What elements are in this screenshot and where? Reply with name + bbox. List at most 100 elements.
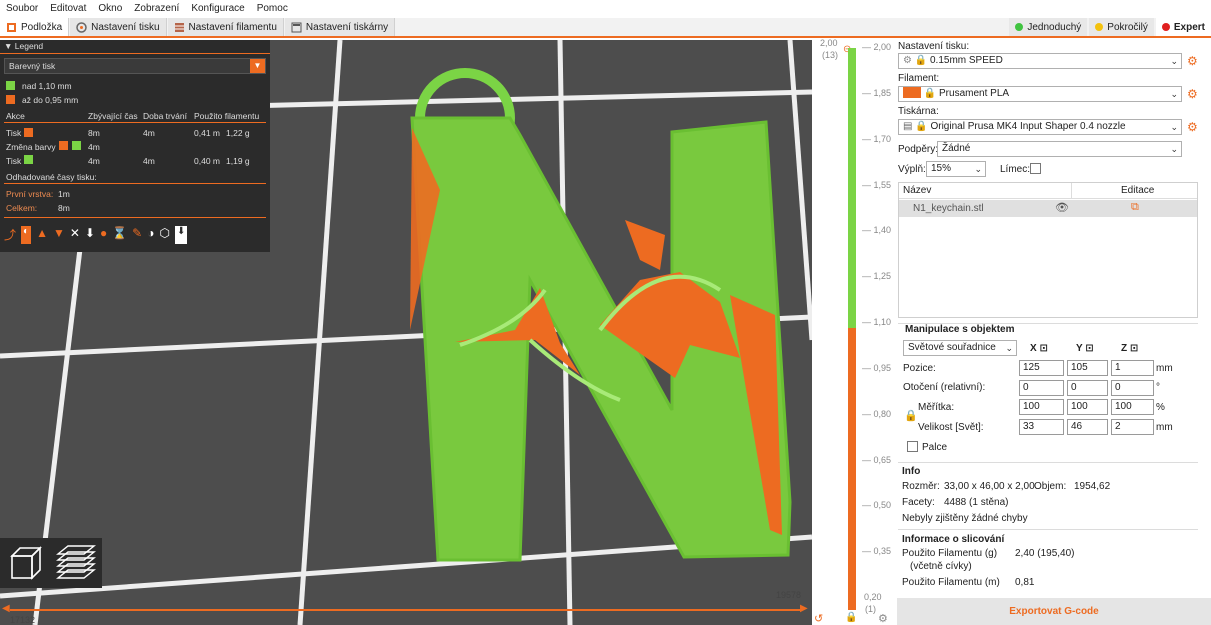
- export-gcode-button[interactable]: Exportovat G-code: [897, 598, 1211, 625]
- custom-gcode-icon[interactable]: ✎: [132, 226, 142, 244]
- layer-tick-label: — 0,80: [862, 409, 892, 419]
- object-list-header: Název Editace: [899, 183, 1197, 199]
- col-header-remaining: Zbývající čas: [88, 111, 138, 121]
- inches-checkbox[interactable]: [907, 441, 918, 452]
- legend-header[interactable]: ▼ Legend: [4, 41, 43, 51]
- size-z-input[interactable]: 2: [1111, 419, 1154, 435]
- gear-icon[interactable]: ⚙: [1187, 54, 1199, 68]
- printer-icon: ▤: [903, 121, 913, 132]
- axis-x-text: X: [1030, 343, 1037, 354]
- brim-label: Límec:: [1000, 164, 1031, 175]
- mode-expert[interactable]: Expert: [1155, 18, 1211, 36]
- layer-slider[interactable]: 2,00 (13) ⊝ — 2,00— 1,85— 1,70— 1,55— 1,…: [812, 38, 897, 625]
- axis-y-text: Y: [1076, 343, 1083, 354]
- total-time-label: Celkem:: [6, 203, 38, 213]
- tool-marker-icon[interactable]: ⬇: [174, 226, 188, 244]
- layer-track-green: [848, 48, 856, 328]
- right-arrow-icon[interactable]: ▶: [800, 603, 808, 614]
- edit-icon[interactable]: ⧉: [1131, 201, 1139, 214]
- chevron-down-icon: ⌄: [974, 164, 982, 174]
- chevron-down-icon: ⌄: [1170, 144, 1178, 154]
- mode-switcher: Jednoduchý Pokročilý Expert: [1009, 18, 1211, 36]
- deretractions-icon[interactable]: ▼: [53, 226, 65, 244]
- cog-icon[interactable]: ⚙: [878, 612, 888, 625]
- gear-icon[interactable]: ⚙: [1187, 120, 1199, 134]
- scale-label: Měřítka:: [918, 402, 955, 413]
- tab-filament-settings[interactable]: Nastavení filamentu: [167, 18, 284, 36]
- layer-tick-label: — 1,70: [862, 134, 892, 144]
- menu-help[interactable]: Pomoc: [251, 0, 294, 18]
- mode-dot-icon: [1095, 23, 1104, 31]
- eye-icon[interactable]: 👁: [1055, 201, 1069, 214]
- scale-y-input[interactable]: 100: [1067, 399, 1108, 415]
- tab-print-settings[interactable]: Nastavení tisku: [70, 18, 167, 36]
- undo-arrow-icon[interactable]: ↺: [814, 612, 823, 625]
- travel-icon[interactable]: ⤴: [4, 226, 16, 244]
- view-type-select[interactable]: Barevný tisk ▼: [4, 58, 266, 74]
- layer-tick-label: — 0,65: [862, 455, 892, 465]
- center-of-gravity-icon[interactable]: ◑: [147, 226, 154, 244]
- col-header-edit: Editace: [1121, 185, 1155, 196]
- color-changes-icon[interactable]: ●: [100, 226, 107, 244]
- brim-checkbox[interactable]: [1030, 163, 1041, 174]
- filament-select[interactable]: 🔒 Prusament PLA ⌄: [898, 86, 1182, 102]
- gear-icon[interactable]: ⚙: [1187, 87, 1199, 101]
- dimensions-label: Rozměr:: [902, 481, 940, 492]
- pause-prints-icon[interactable]: ⌛: [112, 226, 127, 244]
- menu-edit[interactable]: Editovat: [44, 0, 92, 18]
- chevron-down-icon: ⌄: [1170, 89, 1178, 99]
- infill-select[interactable]: 15% ⌄: [926, 161, 986, 177]
- wipe-icon[interactable]: ◐: [21, 226, 32, 244]
- ruler-bottom-value: 17132: [10, 615, 36, 625]
- scale-x-input[interactable]: 100: [1019, 399, 1064, 415]
- object-row[interactable]: N1_keychain.stl 👁 ⧉: [899, 200, 1197, 217]
- filament-icon: [174, 22, 184, 32]
- seams-icon[interactable]: ✕: [70, 226, 80, 244]
- left-arrow-icon[interactable]: ◀: [2, 603, 10, 614]
- bed-icon: [7, 22, 16, 32]
- layer-tick-label: — 1,85: [862, 88, 892, 98]
- position-z-input[interactable]: 1: [1111, 360, 1154, 376]
- menu-window[interactable]: Okno: [92, 0, 128, 18]
- tool-changes-icon[interactable]: ⬇: [85, 226, 95, 244]
- size-x-input[interactable]: 33: [1019, 419, 1064, 435]
- layers-view-icon[interactable]: [54, 544, 98, 584]
- shells-icon[interactable]: ⬡: [159, 226, 169, 244]
- lock-icon[interactable]: 🔒: [845, 612, 857, 623]
- position-x-input[interactable]: 125: [1019, 360, 1064, 376]
- sidebar-panel: Nastavení tisku: ⚙ 🔒 0.15mm SPEED ⌄ ⚙ Fi…: [897, 40, 1211, 625]
- rotation-x-input[interactable]: 0: [1019, 380, 1064, 396]
- mode-simple[interactable]: Jednoduchý: [1009, 18, 1088, 36]
- coordinates-select[interactable]: Světové souřadnice ⌄: [903, 340, 1017, 356]
- scale-z-input[interactable]: 100: [1111, 399, 1154, 415]
- mode-advanced[interactable]: Pokročilý: [1089, 18, 1154, 36]
- tab-printer-settings[interactable]: Nastavení tiskárny: [284, 18, 396, 36]
- lock-icon[interactable]: 🔒: [904, 409, 918, 422]
- mode-dot-icon: [1015, 23, 1024, 31]
- supports-select[interactable]: Žádné ⌄: [937, 141, 1182, 157]
- printer-select[interactable]: ▤ 🔒 Original Prusa MK4 Input Shaper 0.4 …: [898, 119, 1182, 135]
- layer-tick-label: — 1,40: [862, 225, 892, 235]
- rotation-z-input[interactable]: 0: [1111, 380, 1154, 396]
- 3d-view-icon[interactable]: [6, 544, 46, 584]
- layer-ticks: — 2,00 — 1,85 — 1,70 — 1,55 — 1,40 — 1,25 — 1,…: [862, 40, 897, 625]
- layer-track-orange: [848, 328, 856, 610]
- horizontal-slider[interactable]: ◀ ▶ 19578 17132: [0, 590, 812, 625]
- axis-y-label: Y ⊡: [1076, 343, 1094, 354]
- position-y-input[interactable]: 105: [1067, 360, 1108, 376]
- menu-file[interactable]: Soubor: [0, 0, 44, 18]
- retractions-icon[interactable]: ▲: [36, 226, 48, 244]
- tab-plater[interactable]: Podložka: [0, 18, 70, 36]
- menu-view[interactable]: Zobrazení: [128, 0, 185, 18]
- size-y-input[interactable]: 46: [1067, 419, 1108, 435]
- layer-tick-label: — 1,55: [862, 180, 892, 190]
- total-time-value: 8m: [58, 203, 70, 213]
- printer-icon: [291, 22, 302, 32]
- rotation-y-input[interactable]: 0: [1067, 380, 1108, 396]
- ruler-top-value: 19578: [776, 590, 802, 600]
- settings-icon: ⚙: [903, 55, 912, 66]
- menu-configuration[interactable]: Konfigurace: [185, 0, 250, 18]
- filament-label: Filament:: [898, 73, 940, 84]
- print-settings-select[interactable]: ⚙ 🔒 0.15mm SPEED ⌄: [898, 53, 1182, 69]
- chevron-down-icon: ⌄: [1005, 343, 1013, 353]
